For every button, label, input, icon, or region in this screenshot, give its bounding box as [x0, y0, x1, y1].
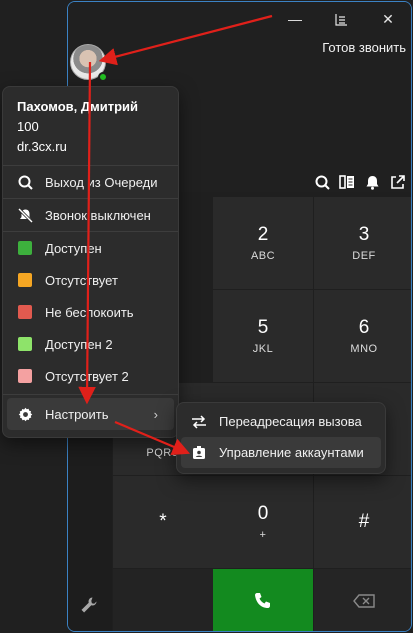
- key-hash[interactable]: #: [314, 476, 411, 568]
- key-letters: ABC: [250, 250, 276, 262]
- menu-item-label: Доступен 2: [45, 336, 113, 352]
- backspace-icon: [353, 594, 375, 608]
- key-digit: 6: [358, 317, 370, 338]
- key-digit: 0: [257, 503, 269, 524]
- menu-item-label: Звонок выключен: [45, 207, 151, 223]
- menu-item-label: Не беспокоить: [45, 304, 134, 320]
- presence-indicator: [98, 72, 108, 82]
- id-badge-icon: [191, 445, 207, 461]
- key-letters: MNO: [350, 343, 378, 355]
- key-6[interactable]: 6 MNO: [314, 290, 411, 382]
- contacts-icon[interactable]: [339, 174, 355, 190]
- profile-name: Пахомов, Дмитрий: [17, 99, 139, 114]
- menu-item-queue-logout[interactable]: Выход из Очереди: [3, 166, 178, 198]
- status-color-swatch: [17, 336, 33, 352]
- divider: [3, 394, 178, 395]
- bell-icon[interactable]: [364, 174, 380, 190]
- key-0[interactable]: 0 +: [213, 476, 313, 568]
- status-color-swatch: [17, 272, 33, 288]
- key-letters: JKL: [252, 343, 274, 355]
- menu-item-label: Доступен: [45, 240, 102, 256]
- status-color-swatch: [17, 304, 33, 320]
- menu-item-label: Выход из Очереди: [45, 174, 158, 190]
- menu-item-settings[interactable]: Настроить ›: [7, 398, 174, 430]
- key-letters: DEF: [352, 250, 376, 262]
- status-dnd[interactable]: Не беспокоить: [3, 296, 178, 328]
- menu-item-manage-accounts[interactable]: Управление аккаунтами: [181, 437, 381, 468]
- minimize-button[interactable]: —: [280, 8, 310, 30]
- key-digit: 5: [257, 317, 269, 338]
- key-digit: #: [358, 511, 370, 532]
- status-color-swatch: [17, 240, 33, 256]
- settings-submenu: Переадресация вызова Управление аккаунта…: [176, 402, 386, 474]
- status-text: Готов звонить: [322, 40, 406, 55]
- status-color-swatch: [17, 368, 33, 384]
- key-digit: 2: [257, 224, 269, 245]
- backspace-button[interactable]: [314, 569, 411, 631]
- menu-item-label: Отсутствует: [45, 272, 118, 288]
- profile-extension: 100: [17, 119, 39, 134]
- call-button[interactable]: [213, 569, 313, 631]
- menu-item-call-forwarding[interactable]: Переадресация вызова: [181, 406, 381, 437]
- toolbar: [314, 174, 405, 190]
- layout-icon: [334, 13, 347, 26]
- status-available[interactable]: Доступен: [3, 232, 178, 264]
- menu-item-label: Настроить: [45, 406, 109, 422]
- search-icon[interactable]: [314, 174, 330, 190]
- status-away[interactable]: Отсутствует: [3, 264, 178, 296]
- close-button[interactable]: ✕: [373, 8, 403, 30]
- external-link-icon[interactable]: [389, 174, 405, 190]
- menu-item-label: Отсутствует 2: [45, 368, 129, 384]
- menu-item-label: Переадресация вызова: [219, 414, 362, 429]
- wrench-icon[interactable]: [80, 596, 98, 619]
- minimize-label: —: [288, 11, 302, 27]
- key-2[interactable]: 2 ABC: [213, 197, 313, 289]
- profile-domain: dr.3cx.ru: [17, 139, 67, 154]
- key-5[interactable]: 5 JKL: [213, 290, 313, 382]
- status-away-2[interactable]: Отсутствует 2: [3, 360, 178, 392]
- key-letters: +: [259, 529, 267, 541]
- queue-icon: [17, 174, 33, 190]
- menu-item-label: Управление аккаунтами: [219, 445, 364, 460]
- avatar-button[interactable]: [70, 44, 108, 82]
- key-digit: 3: [358, 224, 370, 245]
- phone-icon: [255, 593, 270, 608]
- profile-menu: Пахомов, Дмитрий 100 dr.3cx.ru Выход из …: [2, 86, 179, 438]
- chevron-right-icon: ›: [153, 406, 158, 422]
- key-star[interactable]: *: [113, 476, 213, 568]
- key-3[interactable]: 3 DEF: [314, 197, 411, 289]
- bell-off-icon: [17, 207, 33, 223]
- key-letters: PQRS: [146, 447, 180, 459]
- menu-item-ringer-off[interactable]: Звонок выключен: [3, 199, 178, 231]
- layout-button[interactable]: [326, 8, 356, 30]
- gear-icon: [17, 406, 33, 422]
- profile-card: Пахомов, Дмитрий 100 dr.3cx.ru: [3, 87, 178, 165]
- empty-key: [113, 569, 213, 631]
- close-label: ✕: [382, 10, 394, 27]
- status-available-2[interactable]: Доступен 2: [3, 328, 178, 360]
- key-digit: *: [159, 511, 167, 532]
- swap-arrows-icon: [191, 414, 207, 430]
